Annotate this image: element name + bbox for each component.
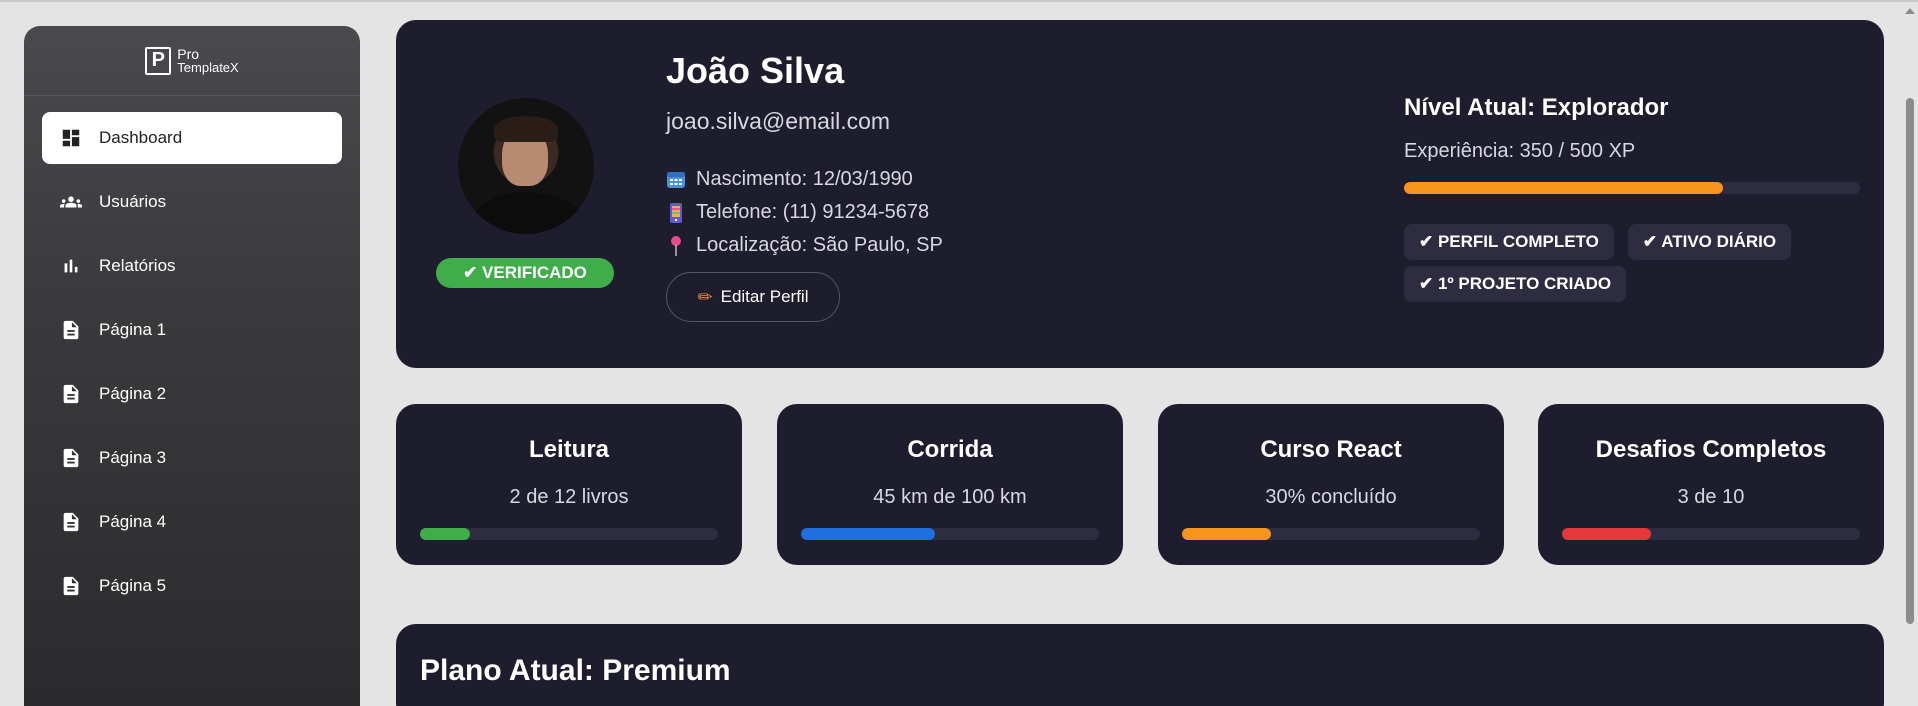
scroll-up-arrow-icon[interactable] [1905, 8, 1915, 14]
document-icon [60, 383, 82, 405]
birth-row: Nascimento: 12/03/1990 [666, 168, 913, 191]
sidebar-item-dashboard[interactable]: Dashboard [42, 112, 342, 164]
document-icon [60, 447, 82, 469]
sidebar-item-label: Usuários [99, 192, 167, 211]
brand-logo[interactable]: P Pro TemplateX [24, 26, 360, 96]
goal-text: 30% concluído [1265, 486, 1397, 508]
sidebar-item-usuarios[interactable]: Usuários [42, 176, 342, 228]
avatar [458, 98, 594, 234]
location-text: Localização: São Paulo, SP [696, 234, 943, 256]
goal-progress-bar [801, 528, 1099, 540]
goal-card-curso-react: Curso React 30% concluído [1158, 404, 1504, 565]
profile-email: joao.silva@email.com [666, 108, 891, 134]
goal-progress-fill [1182, 528, 1272, 540]
badge-perfil-completo: ✔ PERFIL COMPLETO [1404, 224, 1614, 260]
scrollbar-thumb[interactable] [1906, 98, 1914, 624]
sidebar-item-pagina-1[interactable]: Página 1 [42, 304, 342, 356]
sidebar-item-relatorios[interactable]: Relatórios [42, 240, 342, 292]
goal-card-desafios: Desafios Completos 3 de 10 [1538, 404, 1884, 565]
phone-text: Telefone: (11) 91234-5678 [696, 201, 930, 223]
sidebar-item-pagina-2[interactable]: Página 2 [42, 368, 342, 420]
logo-line-1: Pro [177, 45, 200, 62]
goal-progress-fill [1562, 528, 1652, 540]
sidebar-item-label: Página 2 [99, 384, 167, 403]
profile-name: João Silva [666, 50, 845, 91]
edit-profile-button[interactable]: ✏ Editar Perfil [666, 272, 840, 322]
plan-card: Plano Atual: Premium [396, 624, 1884, 706]
sidebar-nav: Dashboard Usuários Relatórios Página 1 P… [24, 96, 360, 612]
badge-ativo-diario: ✔ ATIVO DIÁRIO [1627, 224, 1792, 260]
sidebar-item-label: Dashboard [99, 128, 183, 147]
calendar-icon [666, 169, 686, 191]
achievement-badges: ✔ PERFIL COMPLETO ✔ ATIVO DIÁRIO ✔ 1º PR… [1404, 224, 1824, 302]
sidebar-item-label: Página 4 [99, 512, 167, 531]
xp-progress-fill [1404, 182, 1724, 194]
document-icon [60, 575, 82, 597]
goal-title: Desafios Completos [1595, 436, 1827, 463]
users-icon [60, 191, 82, 213]
pencil-icon: ✏ [697, 286, 713, 307]
goal-title: Curso React [1260, 436, 1402, 463]
sidebar-item-label: Página 5 [99, 576, 167, 595]
goal-text: 3 de 10 [1677, 486, 1745, 508]
phone-icon [666, 202, 686, 224]
goal-progress-bar [1562, 528, 1860, 540]
sidebar: P Pro TemplateX Dashboard Usuários Relat… [24, 26, 360, 706]
badge-primeiro-projeto: ✔ 1º PROJETO CRIADO [1404, 266, 1627, 302]
sidebar-item-label: Página 1 [99, 320, 167, 339]
edit-profile-label: Editar Perfil [720, 287, 809, 306]
goal-card-leitura: Leitura 2 de 12 livros [396, 404, 742, 565]
goal-progress-bar [420, 528, 718, 540]
sidebar-item-label: Relatórios [99, 256, 176, 275]
goal-progress-bar [1182, 528, 1480, 540]
location-row: Localização: São Paulo, SP [666, 234, 943, 257]
xp-text: Experiência: 350 / 500 XP [1404, 140, 1636, 162]
birth-text: Nascimento: 12/03/1990 [696, 168, 913, 190]
profile-card: ✔ VERIFICADO João Silva joao.silva@email… [396, 20, 1884, 368]
document-icon [60, 319, 82, 341]
dashboard-icon [60, 127, 82, 149]
goal-card-corrida: Corrida 45 km de 100 km [777, 404, 1123, 565]
plan-title: Plano Atual: Premium [420, 654, 731, 687]
verified-badge: ✔ VERIFICADO [436, 258, 614, 288]
goal-title: Leitura [528, 436, 609, 463]
logo-mark: P [145, 46, 172, 75]
pin-icon [666, 235, 686, 257]
document-icon [60, 511, 82, 533]
goal-progress-fill [420, 528, 470, 540]
xp-progress-bar [1404, 182, 1860, 194]
goal-text: 45 km de 100 km [873, 486, 1027, 508]
level-title: Nível Atual: Explorador [1404, 94, 1669, 121]
sidebar-item-pagina-3[interactable]: Página 3 [42, 432, 342, 484]
goal-text: 2 de 12 livros [509, 486, 629, 508]
goal-progress-fill [801, 528, 936, 540]
sidebar-item-label: Página 3 [99, 448, 167, 467]
sidebar-item-pagina-5[interactable]: Página 5 [42, 560, 342, 612]
phone-row: Telefone: (11) 91234-5678 [666, 201, 929, 224]
goal-title: Corrida [907, 436, 993, 463]
sidebar-item-pagina-4[interactable]: Página 4 [42, 496, 342, 548]
logo-line-2: TemplateX [177, 59, 239, 75]
bar-chart-icon [60, 255, 82, 277]
